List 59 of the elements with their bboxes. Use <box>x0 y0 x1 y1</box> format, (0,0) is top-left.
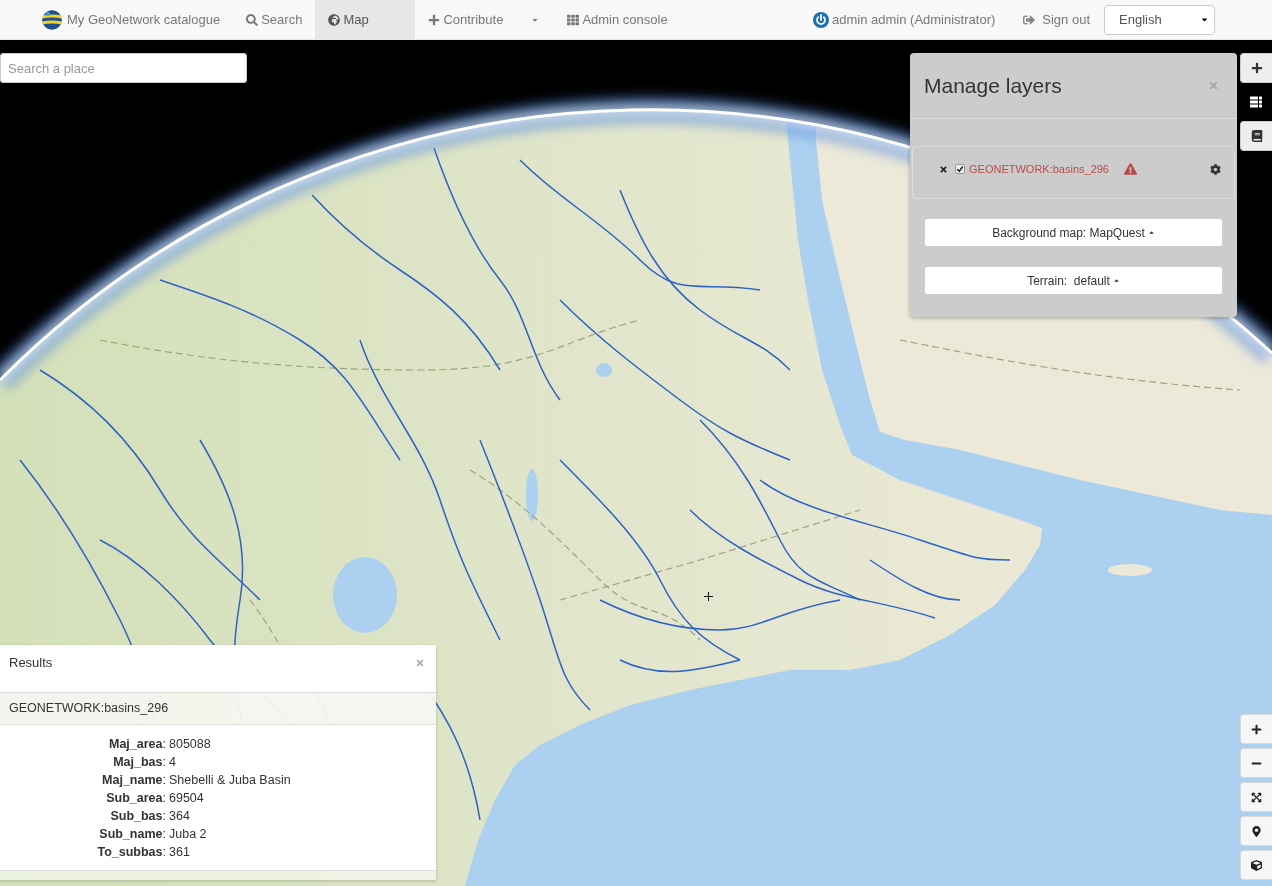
user-link[interactable]: admin admin (Administrator) <box>813 9 996 30</box>
panel-title: Manage layers <box>924 72 1062 99</box>
logo-icon <box>42 9 62 30</box>
island <box>1108 564 1152 576</box>
panel-title: Results <box>9 655 53 671</box>
attribute-label: Maj_bas: <box>112 754 166 771</box>
caret-icon <box>1147 229 1155 236</box>
layer-checkbox[interactable] <box>955 164 965 174</box>
attribute-label: Maj_area: <box>108 736 166 753</box>
result-layer-header: GEONETWORK:basins_296 <box>0 692 436 725</box>
attribute-value: 4 <box>168 754 177 771</box>
attribute-value: 805088 <box>168 736 212 753</box>
location-button[interactable] <box>1240 816 1272 846</box>
map-pin-icon <box>1251 825 1262 837</box>
catalog-button[interactable] <box>1240 121 1272 151</box>
attribute-value: Juba 2 <box>168 826 208 843</box>
attribute-value: 69504 <box>168 790 205 807</box>
search-field[interactable]: Search a place <box>0 53 247 83</box>
attribute-value: 361 <box>168 844 191 861</box>
power-icon <box>813 11 829 28</box>
fullscreen-button[interactable] <box>1240 782 1272 812</box>
bars-icon <box>1250 96 1262 108</box>
grid-icon <box>567 13 580 26</box>
attribute-value: 364 <box>168 808 191 825</box>
lake <box>596 363 612 377</box>
terrain-button[interactable]: Terrain: default <box>924 266 1223 295</box>
layer-name[interactable]: GEONETWORK:basins_296 <box>969 160 1109 178</box>
settings-icon[interactable] <box>1210 163 1221 175</box>
background-map-button[interactable]: Background map: MapQuest <box>924 218 1223 247</box>
sign-out-link[interactable]: Sign out <box>1023 9 1090 30</box>
search-icon <box>246 13 259 26</box>
attribute-label: To_subbas: <box>96 844 166 861</box>
book-icon <box>1250 130 1263 142</box>
caret-icon <box>1200 15 1209 24</box>
attribute-label: Sub_bas: <box>109 808 166 825</box>
zoom-in-icon <box>1251 723 1262 735</box>
attribute-label: Maj_name: <box>101 772 166 789</box>
3d-view-button[interactable] <box>1240 850 1272 880</box>
crosshair-icon <box>704 592 713 601</box>
sign-out-icon <box>1023 13 1036 26</box>
plus-icon <box>428 13 441 26</box>
attribute-label: Sub_name: <box>98 826 166 843</box>
attribute-value: Shebelli & Juba Basin <box>168 772 292 789</box>
cube-icon <box>1251 859 1262 871</box>
nav-link[interactable]: Contribute <box>415 0 517 39</box>
brand-link[interactable]: My GeoNetwork catalogue <box>42 0 234 39</box>
nav-link[interactable]: Search <box>233 0 316 39</box>
nav-link[interactable]: Admin console <box>554 0 681 39</box>
plus-icon <box>1250 62 1263 74</box>
expand-arrows-icon <box>1251 791 1262 803</box>
lake <box>526 469 538 521</box>
nav-link[interactable]: Map <box>315 0 416 39</box>
attribute-label: Sub_area: <box>105 790 166 807</box>
language-select[interactable]: English <box>1104 4 1215 35</box>
add-layer-button[interactable] <box>1240 53 1272 83</box>
close-icon[interactable] <box>939 164 948 174</box>
globe-icon <box>328 13 341 26</box>
zoom-in-button[interactable] <box>1240 714 1272 744</box>
caret-icon <box>1112 277 1120 284</box>
